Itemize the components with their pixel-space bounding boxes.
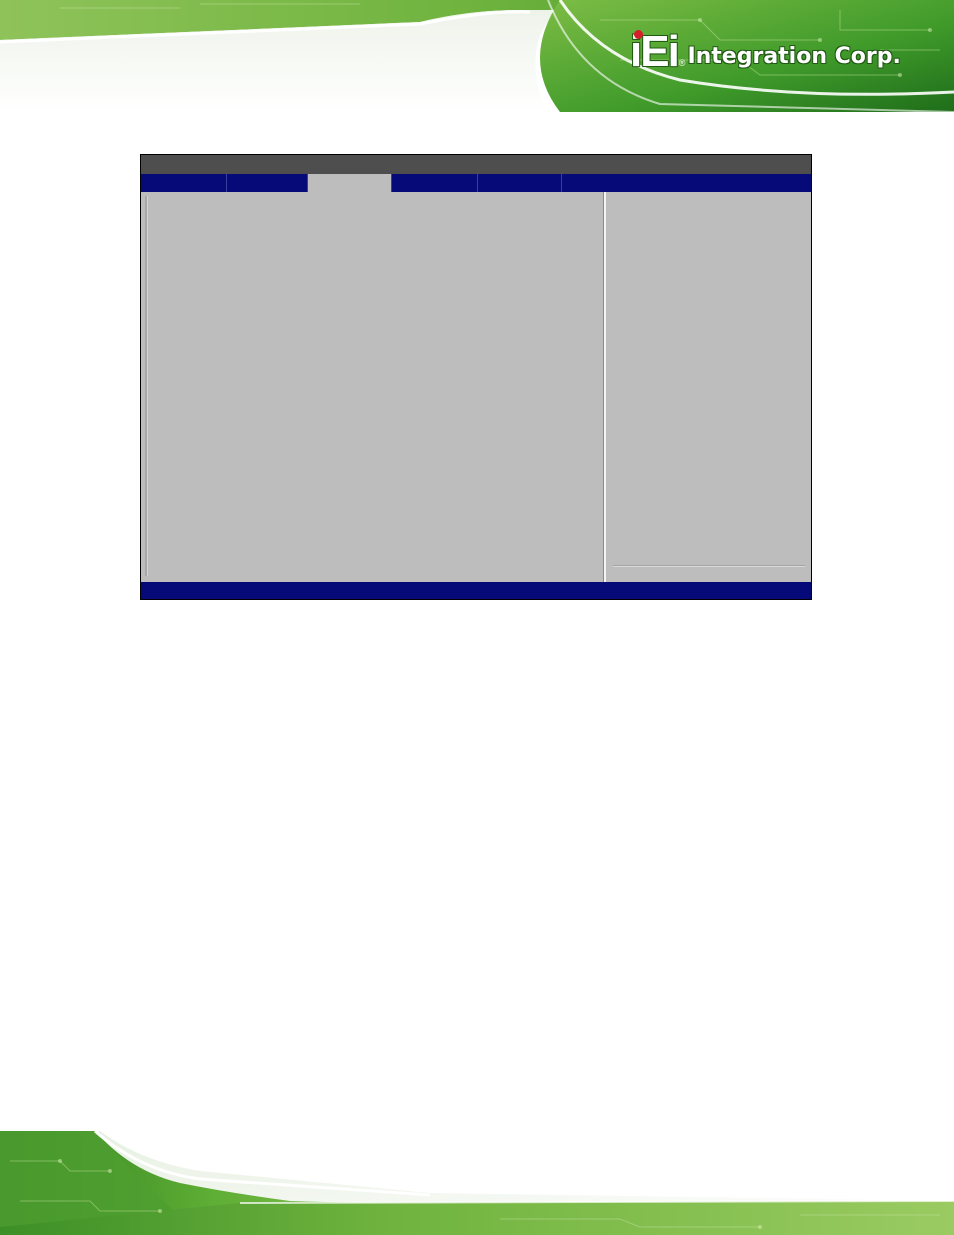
- bios-help-panel: [606, 192, 811, 582]
- bios-screen: [140, 154, 812, 600]
- bios-main-panel: [141, 192, 603, 582]
- logo-red-dot: [634, 30, 643, 39]
- logo-registered-mark: ®: [678, 58, 686, 68]
- bios-main-panel-edge: [145, 196, 148, 576]
- bios-tab-1[interactable]: [141, 174, 227, 192]
- bios-tab-2[interactable]: [227, 174, 308, 192]
- bios-status-bar: [141, 582, 811, 599]
- bios-help-separator: [613, 565, 805, 567]
- logo-wordmark: Integration Corp.: [687, 44, 901, 69]
- bios-menu-bar: [141, 174, 811, 192]
- company-logo: iEi ® Integration Corp.: [630, 28, 901, 74]
- header-banner: iEi ® Integration Corp.: [0, 0, 954, 112]
- footer-banner-graphic: [0, 1131, 954, 1235]
- bios-tab-4[interactable]: [392, 174, 478, 192]
- bios-title-bar: [141, 155, 811, 174]
- bios-tab-3-active[interactable]: [308, 174, 392, 192]
- footer-banner: [0, 1131, 954, 1235]
- bios-tab-5[interactable]: [478, 174, 562, 192]
